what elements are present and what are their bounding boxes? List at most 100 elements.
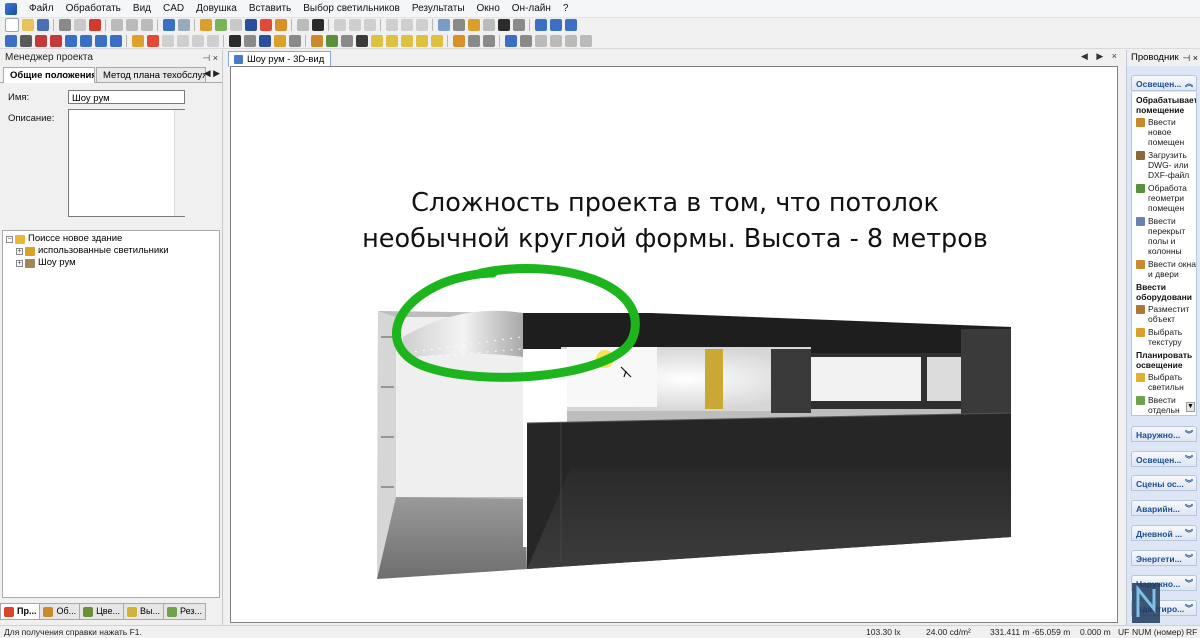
pdf-icon[interactable]	[88, 19, 101, 31]
calculate-icon[interactable]	[274, 19, 287, 31]
open-folder-icon[interactable]	[21, 19, 34, 31]
pin-close-icon[interactable]: ⊣ ×	[1182, 50, 1198, 66]
mark-icon[interactable]	[146, 34, 159, 47]
measure-icon[interactable]	[131, 34, 144, 47]
save-icon[interactable]	[36, 19, 49, 31]
name-field[interactable]: Шоу рум	[68, 90, 185, 104]
explorer-action[interactable]: Выбрать текстуру	[1136, 327, 1196, 347]
menu-file[interactable]: Файл	[23, 1, 60, 17]
explorer-action[interactable]: Загрузить DWG- или DXF-файл	[1136, 150, 1196, 180]
light-area-icon[interactable]	[400, 34, 413, 47]
bottom-tab[interactable]: Пр...	[0, 603, 41, 620]
line-icon[interactable]	[534, 34, 547, 47]
disabled-tool-icon[interactable]	[385, 19, 398, 31]
stop-icon[interactable]	[259, 19, 272, 31]
explorer-section[interactable]: Освещен... ︾	[1131, 451, 1197, 467]
document-tab-3d-view[interactable]: Шоу рум - 3D-вид	[228, 51, 332, 67]
pin-close-icon[interactable]: ⊣ ×	[202, 50, 218, 66]
network-icon[interactable]	[504, 34, 517, 47]
explorer-action[interactable]: Ввести перекрыт полы и колонны	[1136, 216, 1196, 256]
disabled-tool-icon[interactable]	[176, 34, 189, 47]
tab-scroll-arrows[interactable]: ◀ ▶	[204, 68, 220, 79]
furniture-icon[interactable]	[310, 34, 323, 47]
bottom-tab[interactable]: Цве...	[79, 603, 124, 620]
menu-luminaire-selection[interactable]: Выбор светильников	[297, 1, 406, 17]
pointer-icon[interactable]	[311, 19, 324, 31]
menu-window[interactable]: Окно	[471, 1, 506, 17]
copy-icon[interactable]	[125, 19, 138, 31]
disabled-tool-icon[interactable]	[206, 34, 219, 47]
disabled-tool-icon[interactable]	[191, 34, 204, 47]
explorer-section[interactable]: Наружно... ︾	[1131, 426, 1197, 442]
explorer-section[interactable]: Сцены ос... ︾	[1131, 475, 1197, 491]
print-preview-icon[interactable]	[73, 19, 86, 31]
curve-icon[interactable]	[549, 34, 562, 47]
object-icon[interactable]	[340, 34, 353, 47]
paste-icon[interactable]	[140, 19, 153, 31]
walk-icon[interactable]	[288, 34, 301, 47]
explorer-section[interactable]: Энергети... ︾	[1131, 550, 1197, 566]
scale-icon[interactable]	[49, 34, 62, 47]
rotate-icon[interactable]	[34, 34, 47, 47]
bottom-tab[interactable]: Рез...	[162, 603, 207, 620]
explorer-section[interactable]: Аварийн... ︾	[1131, 500, 1197, 516]
light-area-icon[interactable]	[415, 34, 428, 47]
list-icon[interactable]	[452, 19, 465, 31]
description-scrollbar[interactable]	[174, 110, 185, 216]
zoom-icon[interactable]	[243, 34, 256, 47]
explorer-action[interactable]: Разместит объект	[1136, 304, 1196, 324]
disabled-tool-icon[interactable]	[333, 19, 346, 31]
plant-icon[interactable]	[325, 34, 338, 47]
light-area-icon[interactable]	[385, 34, 398, 47]
disabled-tool-icon[interactable]	[348, 19, 361, 31]
explorer-action[interactable]: Ввести окна и двери	[1136, 259, 1196, 279]
scroll-down-icon[interactable]: ▼	[1186, 402, 1195, 412]
cursor-icon[interactable]	[228, 34, 241, 47]
disabled-tool-icon[interactable]	[161, 34, 174, 47]
bottom-tab[interactable]: Вы...	[123, 603, 164, 620]
menu-view[interactable]: Вид	[127, 1, 157, 17]
snap-icon[interactable]	[64, 34, 77, 47]
menu-help[interactable]: ?	[557, 1, 575, 17]
window-tile-icon[interactable]	[534, 19, 547, 31]
tab-general[interactable]: Общие положения	[3, 67, 95, 83]
chart-icon[interactable]	[482, 34, 495, 47]
disabled-tool-icon[interactable]	[363, 19, 376, 31]
mirror-icon[interactable]	[109, 34, 122, 47]
wall-icon[interactable]	[355, 34, 368, 47]
select-icon[interactable]	[4, 34, 17, 47]
link-icon[interactable]	[519, 34, 532, 47]
undo-icon[interactable]	[162, 19, 175, 31]
disabled-tool-icon[interactable]	[415, 19, 428, 31]
disabled-tool-icon[interactable]	[296, 19, 309, 31]
tree-expander-icon[interactable]: +	[16, 247, 23, 255]
tree-item[interactable]: + использованные светильники	[6, 245, 219, 257]
explorer-action[interactable]: Выбрать светильн	[1136, 372, 1196, 392]
section-lighting-active[interactable]: Освещен... ︽	[1131, 75, 1197, 91]
tree-item[interactable]: − Поиссе новое здание	[6, 233, 219, 245]
disabled-tool-icon[interactable]	[579, 34, 592, 47]
tab-maintenance-plan[interactable]: Метод плана техобслуживани	[96, 67, 206, 82]
document-icon[interactable]	[437, 19, 450, 31]
menu-results[interactable]: Результаты	[406, 1, 471, 17]
room-icon[interactable]	[214, 19, 227, 31]
table-icon[interactable]	[467, 34, 480, 47]
menu-process[interactable]: Обработать	[60, 1, 127, 17]
spline-icon[interactable]	[564, 34, 577, 47]
grid-icon[interactable]	[229, 19, 242, 31]
tree-expander-icon[interactable]: +	[16, 259, 23, 267]
explorer-action[interactable]: Обработа геометри помещен	[1136, 183, 1196, 213]
window-columns-icon[interactable]	[564, 19, 577, 31]
disabled-tool-icon[interactable]	[482, 19, 495, 31]
keyboard-icon[interactable]	[497, 19, 510, 31]
app-icon[interactable]	[5, 2, 17, 15]
explorer-section[interactable]: Дневной ... ︾	[1131, 525, 1197, 541]
3d-viewport[interactable]: Сложность проекта в том, что потолок нео…	[230, 66, 1118, 623]
array-icon[interactable]	[94, 34, 107, 47]
luminaire-icon[interactable]	[199, 19, 212, 31]
light-area-icon[interactable]	[370, 34, 383, 47]
menu-cad[interactable]: CAD	[157, 1, 190, 17]
align-icon[interactable]	[79, 34, 92, 47]
move-icon[interactable]	[19, 34, 32, 47]
tree-expander-icon[interactable]: −	[6, 235, 13, 243]
